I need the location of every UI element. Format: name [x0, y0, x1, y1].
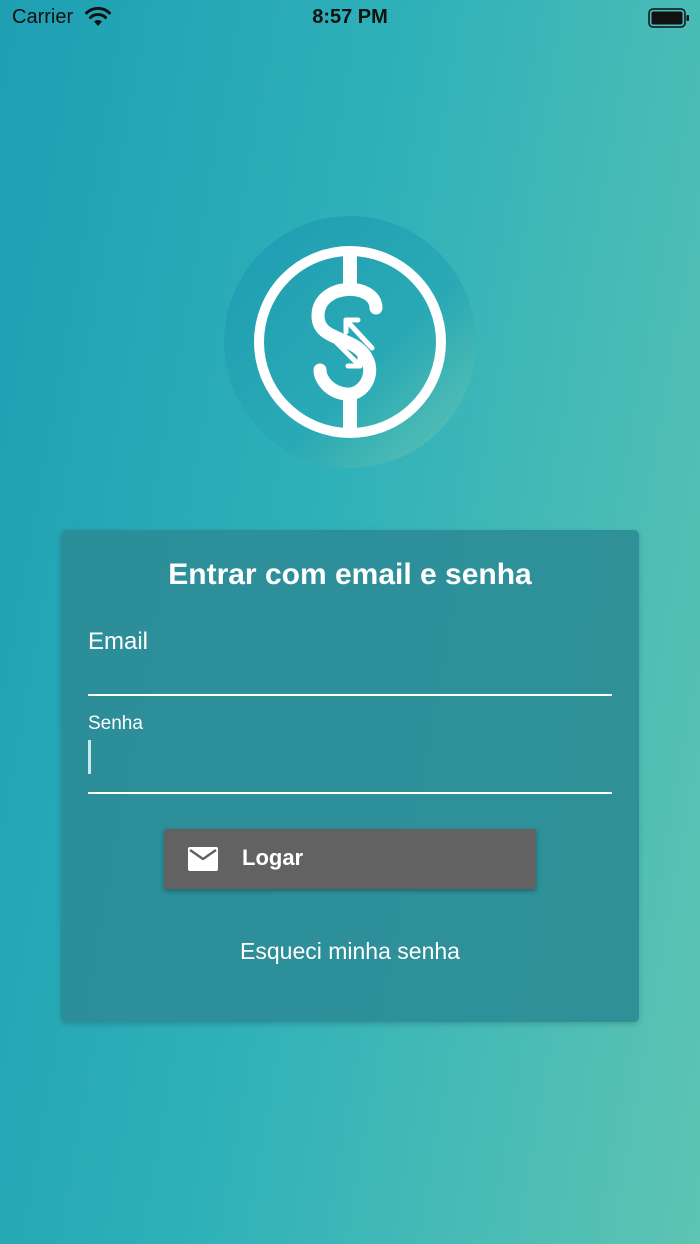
- mail-icon: [188, 847, 218, 871]
- forgot-password-link[interactable]: Esqueci minha senha: [61, 938, 639, 965]
- card-title: Entrar com email e senha: [168, 558, 532, 591]
- battery-icon: [648, 8, 689, 28]
- password-field[interactable]: Senha: [88, 710, 612, 794]
- email-field[interactable]: Email: [88, 622, 612, 696]
- status-bar: Carrier 8:57 PM: [0, 0, 700, 36]
- login-card: Entrar com email e senha Email Senha Log…: [61, 530, 639, 1022]
- app-logo: [224, 216, 476, 468]
- status-time: 8:57 PM: [312, 6, 388, 28]
- login-button-label: Logar: [242, 845, 304, 870]
- password-label: Senha: [88, 713, 143, 734]
- text-cursor: [88, 740, 91, 774]
- login-button[interactable]: Logar: [164, 829, 536, 889]
- email-label: Email: [88, 628, 149, 655]
